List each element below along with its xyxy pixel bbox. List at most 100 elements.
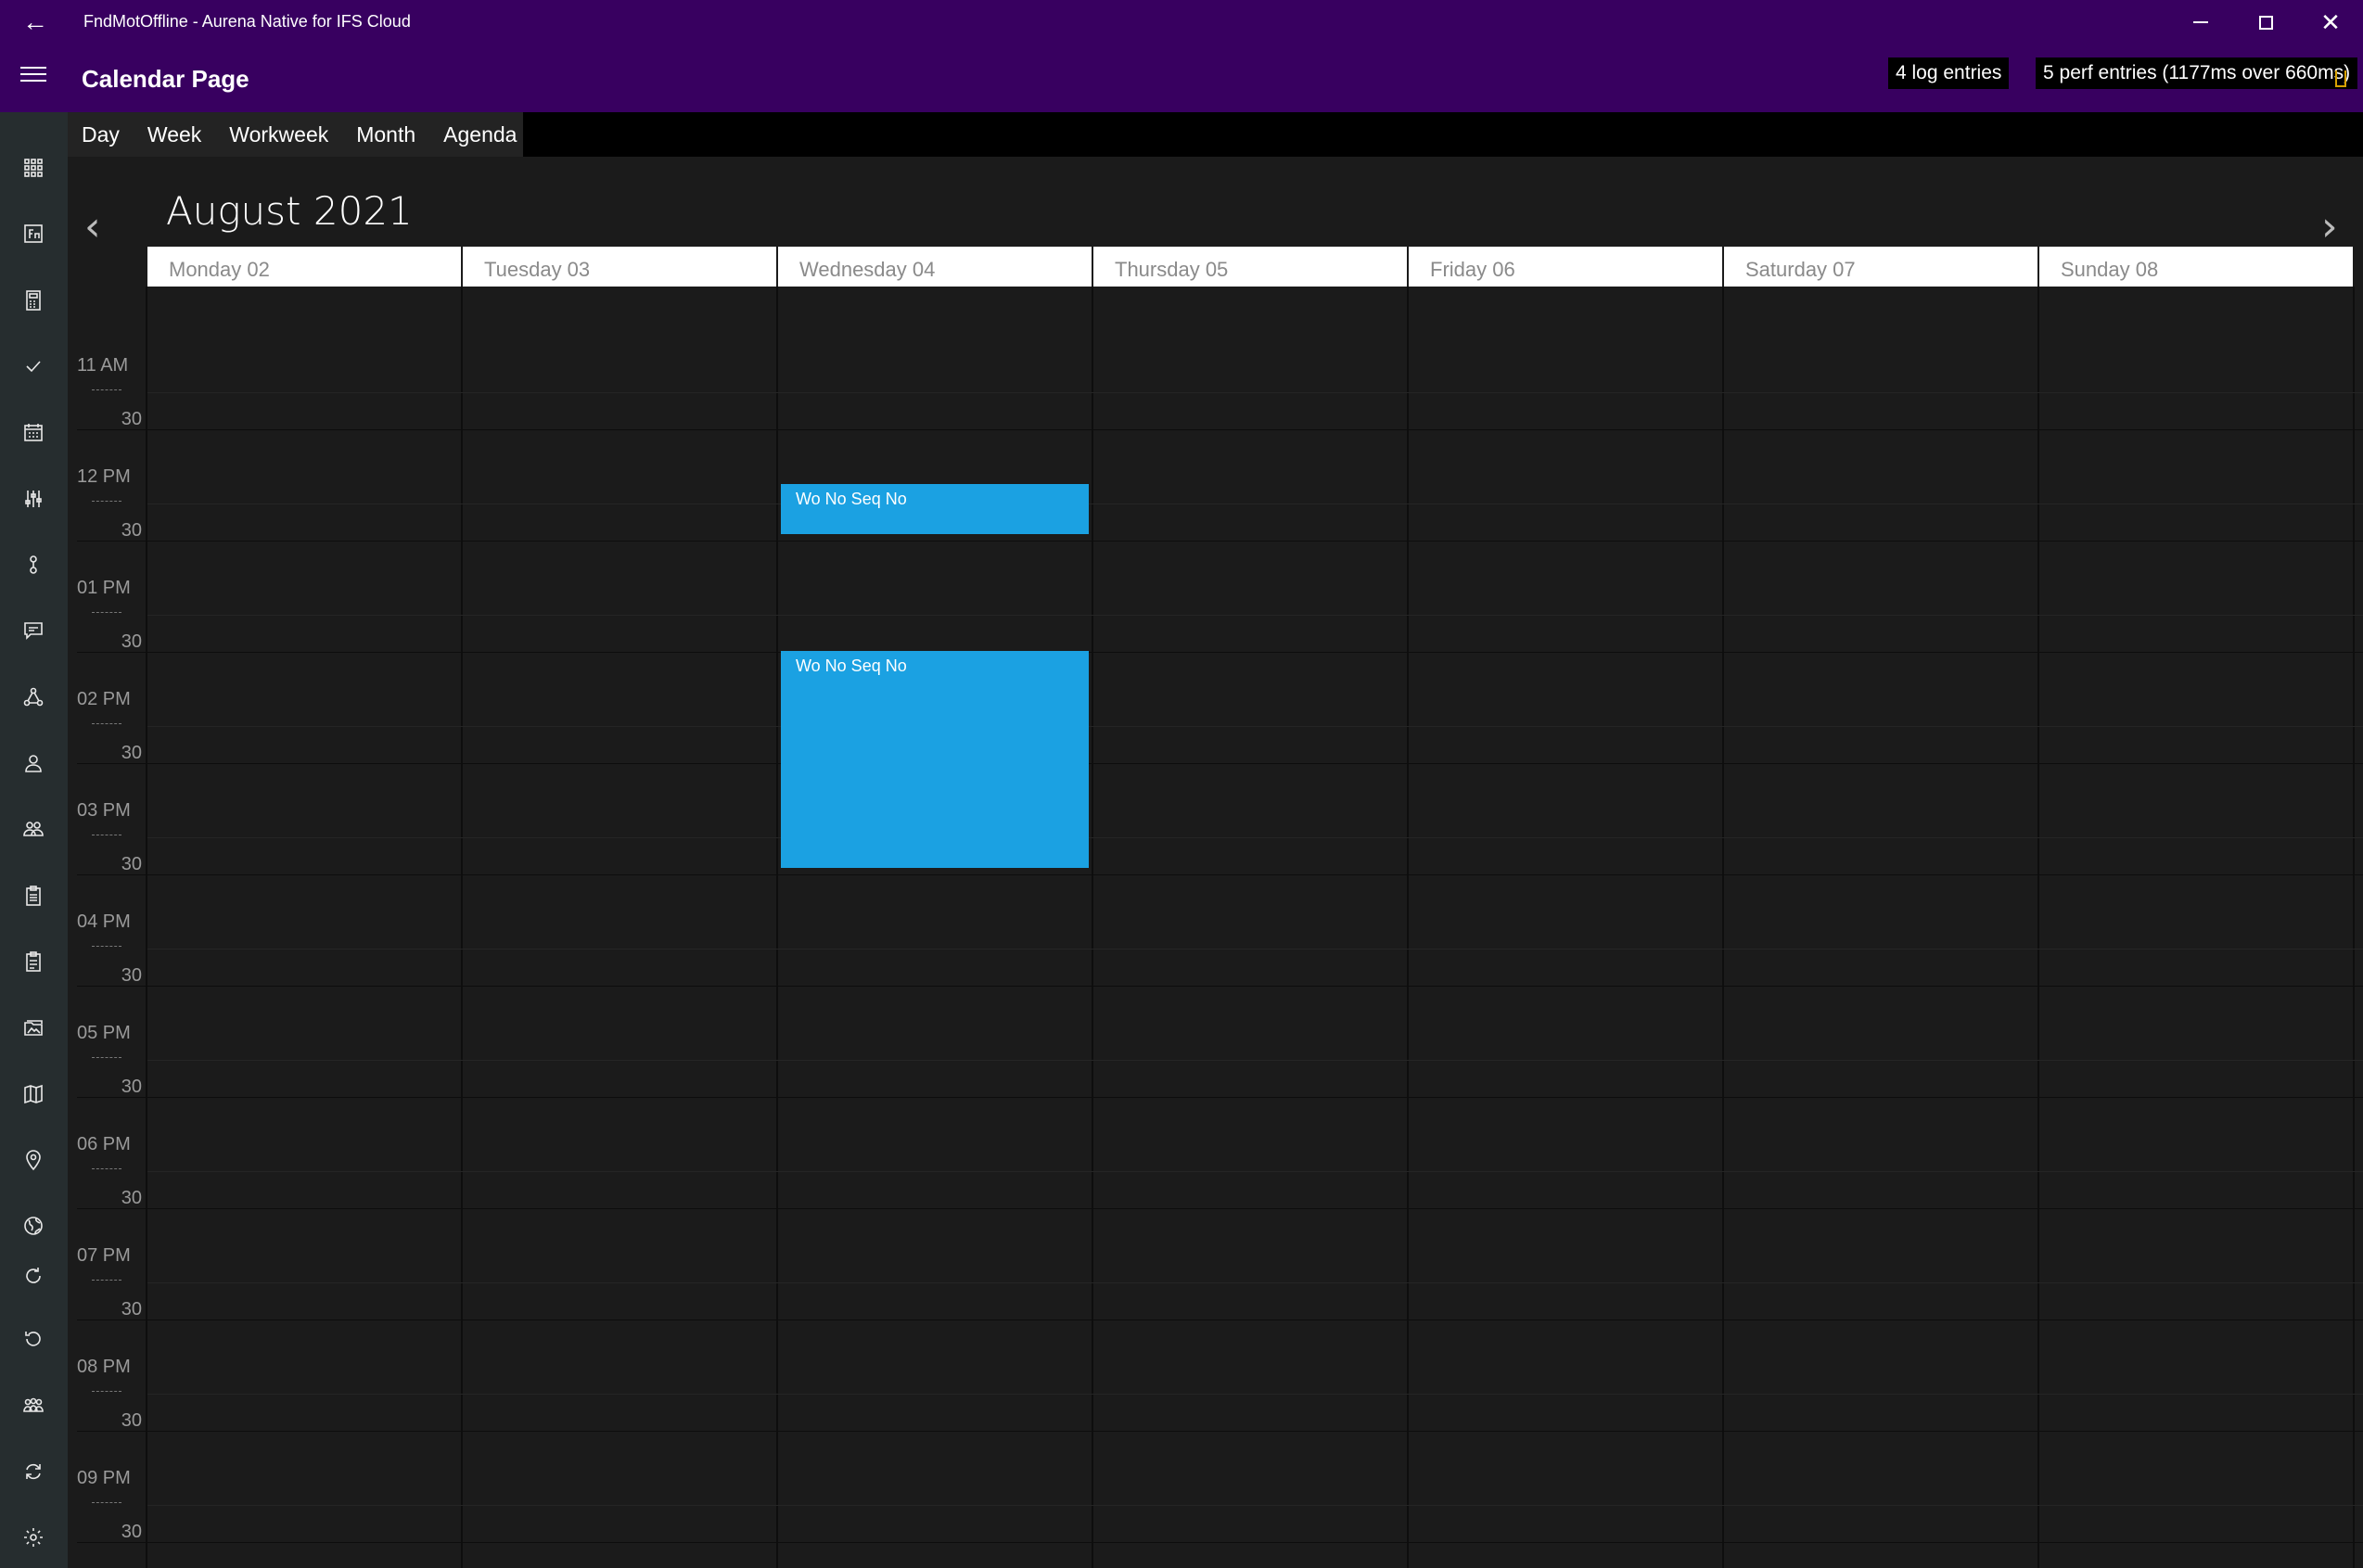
day-header[interactable]: Saturday 07	[1724, 247, 2037, 287]
hour-line	[77, 652, 2363, 653]
sliders-icon[interactable]	[17, 482, 50, 516]
day-header[interactable]: Friday 06	[1409, 247, 1722, 287]
perf-entries-badge[interactable]: 5 perf entries (1177ms over 660ms)	[2036, 57, 2358, 89]
half-hour-tick	[92, 723, 121, 724]
hour-line	[77, 763, 2363, 764]
tab-workweek[interactable]: Workweek	[215, 112, 342, 157]
tab-group: Day Week Workweek Month Agenda	[68, 112, 523, 157]
function-icon[interactable]	[17, 217, 50, 250]
log-entries-badge[interactable]: 4 log entries	[1888, 57, 2010, 89]
minimize-icon	[2193, 21, 2208, 23]
half-hour-line	[147, 392, 2363, 393]
half-hour-label: 30	[121, 1299, 142, 1319]
map-icon[interactable]	[17, 1077, 50, 1111]
half-hour-tick	[92, 389, 121, 390]
calendar-event[interactable]: Wo No Seq No	[781, 651, 1089, 868]
hour-line	[77, 1208, 2363, 1209]
day-column-divider	[1722, 287, 1724, 1568]
tab-agenda[interactable]: Agenda	[429, 112, 530, 157]
day-column-divider	[2037, 287, 2039, 1568]
calendar-icon[interactable]	[17, 415, 50, 449]
location-pin-icon[interactable]	[17, 1143, 50, 1177]
hour-label: 07 PM	[77, 1245, 131, 1266]
day-header[interactable]: Sunday 08	[2039, 247, 2353, 287]
half-hour-label: 30	[121, 854, 142, 874]
hour-line	[77, 429, 2363, 430]
time-grid[interactable]: 11 AM 30 12 PM 30 01 PM 30 02 PM 30 03 PM 30 04 PM…	[68, 287, 2363, 1568]
hour-line	[77, 541, 2363, 542]
day-header[interactable]: Wednesday 04	[778, 247, 1092, 287]
day-column-divider	[1407, 287, 1409, 1568]
network-icon[interactable]	[17, 681, 50, 714]
half-hour-label: 30	[121, 965, 142, 986]
checklist-icon[interactable]	[17, 945, 50, 978]
half-hour-line	[147, 1060, 2363, 1061]
half-hour-tick	[92, 946, 121, 947]
maximize-button[interactable]	[2233, 0, 2298, 45]
tab-month[interactable]: Month	[342, 112, 429, 157]
hour-label: 05 PM	[77, 1023, 131, 1043]
team-icon[interactable]	[17, 1389, 50, 1422]
half-hour-line	[147, 615, 2363, 616]
back-arrow-icon[interactable]: ←	[17, 7, 54, 37]
hour-label: 01 PM	[77, 578, 131, 598]
close-button[interactable]: ✕	[2298, 0, 2363, 45]
half-hour-line	[147, 949, 2363, 950]
hour-label: 06 PM	[77, 1134, 131, 1154]
view-tabs: Day Week Workweek Month Agenda	[68, 112, 2363, 157]
half-hour-label: 30	[121, 409, 142, 429]
day-header[interactable]: Monday 02	[147, 247, 461, 287]
close-icon: ✕	[2320, 8, 2341, 36]
group-icon[interactable]	[17, 812, 50, 846]
checkmark-icon[interactable]	[17, 350, 50, 383]
half-hour-label: 30	[121, 520, 142, 541]
page-title: Calendar Page	[82, 65, 249, 93]
tab-week[interactable]: Week	[134, 112, 215, 157]
day-column-divider	[1092, 287, 1093, 1568]
hour-label: 08 PM	[77, 1357, 131, 1377]
calculator-icon[interactable]	[17, 284, 50, 317]
hour-label: 12 PM	[77, 466, 131, 487]
half-hour-tick	[92, 1280, 121, 1281]
half-hour-tick	[92, 501, 121, 502]
half-hour-line	[147, 1282, 2363, 1283]
calendar-event[interactable]: Wo No Seq No	[781, 484, 1089, 534]
clipboard-icon[interactable]	[17, 879, 50, 912]
half-hour-tick	[92, 1502, 121, 1503]
day-column-divider	[2353, 287, 2355, 1568]
window-title: FndMotOffline - Aurena Native for IFS Cl…	[83, 12, 411, 31]
hour-line	[77, 1319, 2363, 1320]
chat-icon[interactable]	[17, 614, 50, 647]
day-header[interactable]: Tuesday 03	[463, 247, 776, 287]
half-hour-label: 30	[121, 1188, 142, 1208]
folder-image-icon[interactable]	[17, 1011, 50, 1044]
previous-week-button[interactable]: ‹	[84, 203, 101, 250]
history-icon[interactable]	[17, 1322, 50, 1356]
apps-grid-icon[interactable]	[17, 151, 50, 185]
next-week-button[interactable]: ›	[2321, 203, 2338, 250]
refresh-icon[interactable]	[17, 1259, 50, 1293]
half-hour-tick	[92, 1391, 121, 1392]
navigation-rail	[0, 112, 68, 1568]
globe-icon[interactable]	[17, 1209, 50, 1243]
hour-line	[77, 1097, 2363, 1098]
calendar-view: ‹ August 2021 › Monday 02 Tuesday 03 Wedne…	[68, 157, 2363, 1568]
tab-day[interactable]: Day	[68, 112, 134, 157]
day-header[interactable]: Thursday 05	[1093, 247, 1407, 287]
app-header: Calendar Page 4 log entries 5 perf entri…	[0, 45, 2363, 112]
title-bar: ← FndMotOffline - Aurena Native for IFS …	[0, 0, 2363, 45]
half-hour-label: 30	[121, 1410, 142, 1431]
route-icon[interactable]	[17, 548, 50, 581]
month-title: August 2021	[166, 188, 413, 234]
hour-line	[77, 986, 2363, 987]
hour-label: 02 PM	[77, 689, 131, 709]
half-hour-label: 30	[121, 1077, 142, 1097]
sync-icon[interactable]	[17, 1455, 50, 1488]
person-icon[interactable]	[17, 746, 50, 780]
hamburger-menu-icon[interactable]	[20, 67, 46, 87]
half-hour-line	[147, 1505, 2363, 1506]
half-hour-tick	[92, 612, 121, 613]
gear-icon[interactable]	[17, 1521, 50, 1554]
half-hour-tick	[92, 1057, 121, 1058]
minimize-button[interactable]	[2168, 0, 2233, 45]
